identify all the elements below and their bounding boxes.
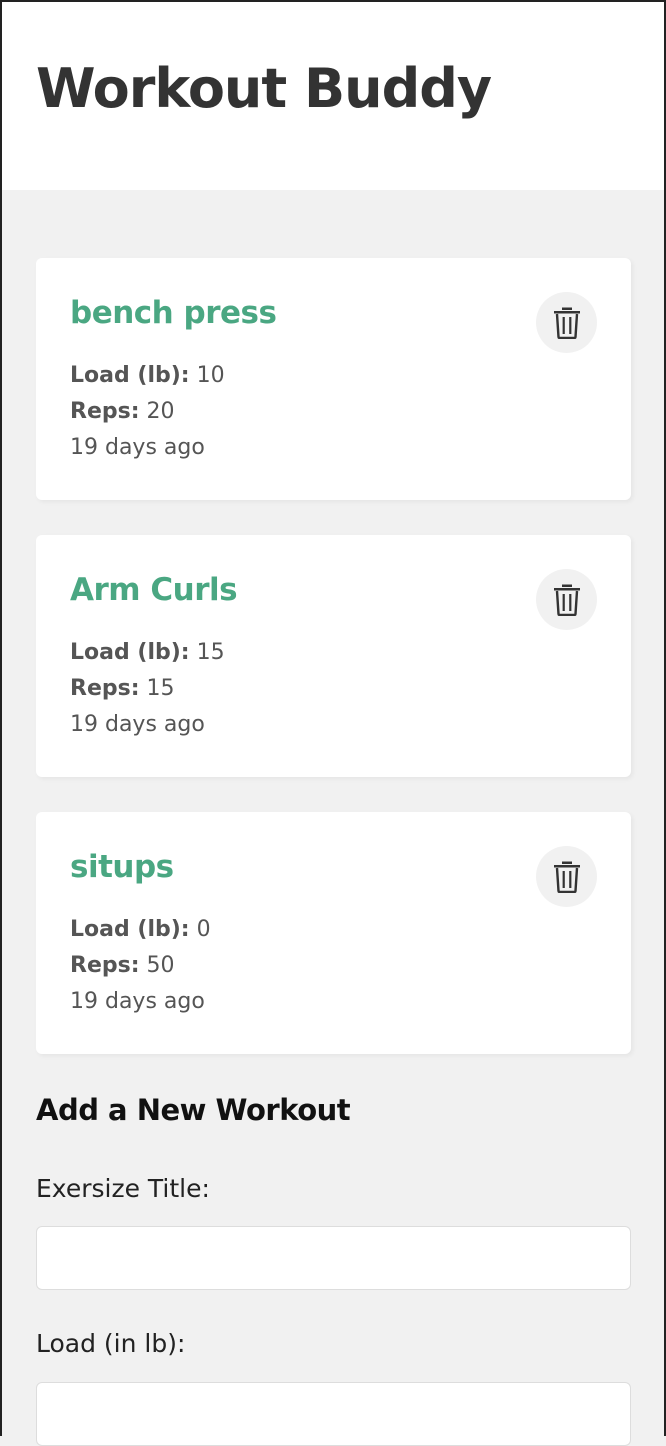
load-label: Load (lb): [70,640,190,665]
title-label: Exersize Title: [36,1174,210,1203]
reps-value: 15 [146,676,175,701]
workout-load: Load (lb): 0 [70,919,211,941]
workout-time: 19 days ago [70,989,205,1014]
workout-load: Load (lb): 15 [70,642,225,664]
trash-icon [553,584,580,616]
load-label: Load (lb): [70,363,190,388]
reps-label: Reps: [70,399,140,424]
workout-reps: Reps: 20 [70,401,175,423]
workout-time: 19 days ago [70,712,205,737]
title-input[interactable] [36,1226,631,1290]
workout-title: Arm Curls [70,572,238,608]
navbar: Workout Buddy [0,0,666,190]
delete-button[interactable] [536,846,597,907]
reps-label: Reps: [70,953,140,978]
load-value: 0 [196,917,211,942]
load-label: Load (in lb): [36,1329,186,1358]
workout-title: bench press [70,295,277,331]
workout-reps: Reps: 50 [70,955,175,977]
reps-value: 20 [146,399,175,424]
trash-icon [553,861,580,893]
trash-icon [553,307,580,339]
reps-label: Reps: [70,676,140,701]
load-input[interactable] [36,1382,631,1446]
workout-card: Arm Curls Load (lb): 15 Reps: 15 19 days… [36,535,631,777]
workout-load: Load (lb): 10 [70,365,225,387]
reps-value: 50 [146,953,175,978]
form-heading: Add a New Workout [36,1093,351,1127]
workout-time: 19 days ago [70,435,205,460]
workout-card: bench press Load (lb): 10 Reps: 20 19 da… [36,258,631,500]
app-title[interactable]: Workout Buddy [36,62,492,116]
load-value: 15 [196,640,225,665]
workout-reps: Reps: 15 [70,678,175,700]
workout-title: situps [70,849,174,885]
load-value: 10 [196,363,225,388]
delete-button[interactable] [536,292,597,353]
load-label: Load (lb): [70,917,190,942]
workout-card: situps Load (lb): 0 Reps: 50 19 days ago [36,812,631,1054]
delete-button[interactable] [536,569,597,630]
